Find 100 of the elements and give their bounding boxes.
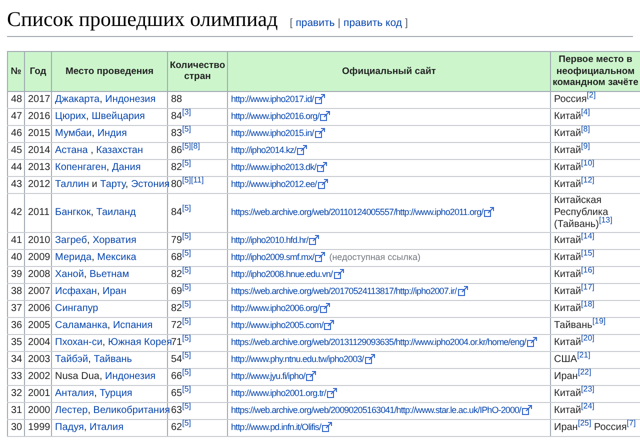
url-link[interactable]: http://ipho2014.kz/ xyxy=(231,145,296,155)
table-cell: 86$^{[5][8]}$ xyxy=(168,142,228,159)
table-cell: Китай$^{[14]}$ xyxy=(550,232,640,249)
place-link[interactable]: Тайвань xyxy=(94,354,132,364)
place-text: , xyxy=(86,110,90,122)
external-link-icon xyxy=(320,111,330,122)
edit-link[interactable]: править код xyxy=(344,17,402,29)
table-cell: Китай$^{[20]}$ xyxy=(550,334,640,351)
place-link[interactable]: Таллин xyxy=(55,178,89,190)
place-link[interactable]: Падуя xyxy=(55,422,84,432)
table-cell: 2016 xyxy=(24,108,52,125)
place-link[interactable]: Загреб xyxy=(55,234,87,246)
url-link[interactable]: http://ipho2008.hnue.edu.vn/ xyxy=(231,269,332,279)
table-cell: 2012 xyxy=(24,176,52,193)
place-link[interactable]: Астана xyxy=(55,144,88,156)
table-cell: 82$^{[5]}$ xyxy=(168,300,228,317)
place-link[interactable]: Италия xyxy=(89,422,124,432)
table-cell: 2017 xyxy=(24,91,52,108)
table-cell: Китай$^{[18]}$ xyxy=(550,300,640,317)
table-cell: 72$^{[5]}$ xyxy=(168,317,228,334)
place-link[interactable]: Мумбаи xyxy=(55,128,92,138)
place-link[interactable]: Вьетнам xyxy=(89,268,130,280)
place-link[interactable]: Индия xyxy=(97,128,127,138)
url-link[interactable]: http://ipho2010.hfd.hr/ xyxy=(231,235,308,245)
table-cell: Китай$^{[9]}$ xyxy=(550,142,640,159)
table-cell: 42 xyxy=(8,193,24,232)
place-link[interactable]: Испания xyxy=(112,320,153,330)
place-link[interactable]: Мерида xyxy=(55,252,92,262)
place-text: , xyxy=(106,162,110,172)
table-cell: 2001 xyxy=(24,385,52,402)
place-link[interactable]: Индонезия xyxy=(105,370,156,382)
place-link[interactable]: Исфахан xyxy=(55,286,97,296)
url-link[interactable]: http://www.jyu.fi/ipho/ xyxy=(231,371,306,381)
place-link[interactable]: Турция xyxy=(100,388,132,398)
place-link[interactable]: Индонезия xyxy=(105,94,156,104)
place-link[interactable]: Великобритания xyxy=(93,404,170,416)
place-link[interactable]: Лестер xyxy=(55,404,88,416)
place-text: , xyxy=(88,404,92,416)
place-link[interactable]: Казахстан xyxy=(96,144,144,156)
place-link[interactable]: Джакарта xyxy=(55,94,100,104)
table-cell: Китай$^{[4]}$ xyxy=(550,108,640,125)
edit-link[interactable]: править xyxy=(296,17,335,29)
table-cell: 2000 xyxy=(24,402,52,419)
place-text: , xyxy=(84,268,88,280)
place-text: , xyxy=(90,206,94,218)
place-link[interactable]: Анталия xyxy=(55,388,94,398)
place-link[interactable]: Бангкок xyxy=(55,206,91,218)
url-link[interactable]: http://www.pd.infn.it/Olifis/ xyxy=(231,422,321,432)
place-link[interactable]: Пхохан-си xyxy=(55,336,102,348)
table-cell: 48 xyxy=(8,91,24,108)
place-link[interactable]: Саламанка xyxy=(55,320,108,330)
place-text: , xyxy=(102,336,106,348)
place-link[interactable]: Мексика xyxy=(97,252,136,262)
place-link[interactable]: Таиланд xyxy=(96,206,136,218)
table-cell: 33 xyxy=(8,368,24,385)
place-link[interactable]: Швейцария xyxy=(92,110,145,122)
place-text: , xyxy=(94,388,98,398)
url-link[interactable]: http://www.ipho2001.org.tr/ xyxy=(231,388,326,398)
external-link-icon xyxy=(364,354,375,364)
external-link-icon xyxy=(324,320,334,330)
table-cell: 2010 xyxy=(24,232,52,249)
place-link[interactable]: Дания xyxy=(112,162,141,172)
place-link[interactable]: Тарту xyxy=(100,178,126,190)
place-text: , xyxy=(100,94,104,104)
url-link[interactable]: http://www.ipho2012.ee/ xyxy=(231,179,317,189)
place-link[interactable]: Ханой xyxy=(55,268,84,280)
table-cell: 65$^{[5]}$ xyxy=(168,385,228,402)
table-cell: 1999 xyxy=(24,419,52,436)
place-text: , xyxy=(88,354,92,364)
table-cell: 2013 xyxy=(24,159,52,176)
place-link[interactable]: Тайбэй xyxy=(55,354,88,364)
url-link[interactable]: http://www.ipho2016.org/ xyxy=(231,111,320,121)
place-link[interactable]: Копенгаген xyxy=(55,162,106,172)
table-cell: 2003 xyxy=(24,351,52,368)
table-cell: 2009 xyxy=(24,249,52,266)
table-cell: Китай$^{[8]}$ xyxy=(550,125,640,142)
table-cell: 36 xyxy=(8,317,24,334)
external-link-icon xyxy=(317,162,328,172)
table-cell: 2004 xyxy=(24,334,52,351)
url-link[interactable]: http://www.ipho2013.dk/ xyxy=(231,162,316,172)
place-link[interactable]: Хорватия xyxy=(92,234,136,246)
place-text: и xyxy=(90,178,98,190)
place-link[interactable]: Цюрих xyxy=(55,110,86,122)
external-link-icon xyxy=(309,235,320,246)
place-text: , xyxy=(92,128,96,138)
external-link-icon xyxy=(484,207,494,218)
url-link[interactable]: http://ipho2009.smf.mx/ xyxy=(231,252,314,262)
url-link[interactable]: http://www.ipho2015.in/ xyxy=(231,128,314,138)
place-link[interactable]: Иран xyxy=(102,286,126,296)
place-link[interactable]: Южная Корея xyxy=(108,336,172,348)
url-link[interactable]: http://www.ipho2005.com/ xyxy=(231,320,324,330)
external-link-icon xyxy=(334,269,344,280)
table-cell: 2015 xyxy=(24,125,52,142)
external-link-icon xyxy=(315,252,326,262)
url-link[interactable]: http://www.ipho2006.org/ xyxy=(231,303,320,313)
place-link[interactable]: Сингапур xyxy=(55,302,98,314)
url-link[interactable]: http://www.ipho2017.id/ xyxy=(231,94,314,104)
place-text: Nusa Dua xyxy=(55,370,100,382)
place-link[interactable]: Эстония xyxy=(130,178,170,190)
table-cell: Иран$^{[25]}$ Россия$^{[7]}$ xyxy=(550,419,640,436)
